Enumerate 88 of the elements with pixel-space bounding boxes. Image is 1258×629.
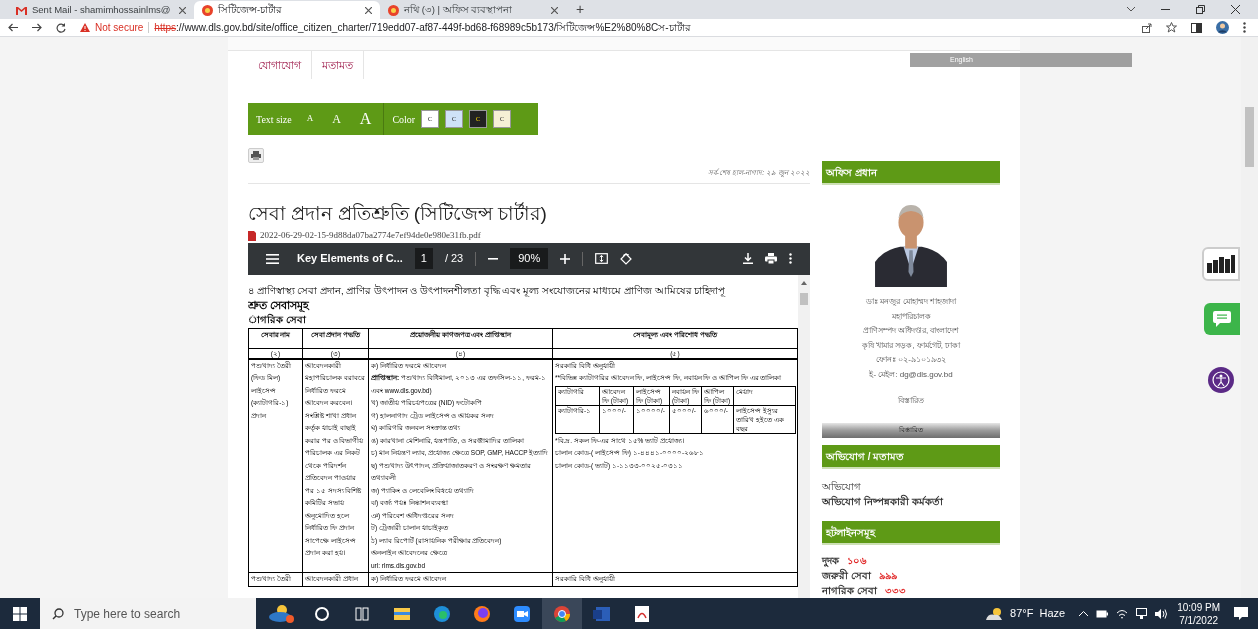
accessibility-icon[interactable]	[1206, 367, 1236, 393]
reload-icon[interactable]	[56, 22, 66, 33]
print-button[interactable]	[248, 148, 264, 163]
page-number-field[interactable]: 1	[414, 248, 433, 269]
hotline-number[interactable]: ১০৬	[847, 553, 867, 568]
weather-text[interactable]: 87°F Haze	[1010, 605, 1066, 622]
fit-page-icon[interactable]	[595, 253, 609, 264]
scrollbar[interactable]	[798, 274, 810, 598]
close-icon[interactable]	[551, 6, 558, 14]
chevron-up-icon[interactable]	[1079, 611, 1089, 616]
statistics-button[interactable]	[1202, 247, 1240, 281]
menu-icon[interactable]	[266, 253, 279, 264]
page-count: / 23	[444, 251, 464, 267]
minimize-icon[interactable]	[1161, 8, 1170, 11]
toolbar-label: Text size	[256, 112, 292, 127]
nav-link[interactable]: মতামত	[312, 51, 364, 79]
more-icon[interactable]	[1243, 22, 1246, 33]
search-icon	[52, 607, 64, 620]
mail-icon	[16, 5, 27, 15]
zoom-out-icon[interactable]	[488, 257, 499, 260]
hotline-name: জরুরী সেবা	[822, 568, 871, 583]
security-label: Not secure	[95, 21, 144, 35]
warning-icon	[80, 23, 90, 32]
back-icon[interactable]	[8, 23, 18, 32]
bar-chart-icon	[1207, 255, 1235, 273]
speaker-icon[interactable]	[1155, 608, 1168, 619]
avatar-icon[interactable]	[1216, 21, 1229, 34]
contact-text: ডাঃ মনজুর মোহাম্মদ শাহজাদা	[866, 296, 956, 308]
clock-date[interactable]: 7/1/2022	[1179, 613, 1219, 627]
file-link[interactable]: 2022-06-29-02-15-9d88da07ba2774e7ef94de0e980e31fb.pdf	[260, 228, 481, 243]
battery-icon[interactable]	[1096, 609, 1109, 618]
contact-text: প্রাণিসম্পদ অধিদপ্তর, বাংলাদেশ	[862, 325, 960, 337]
chat-icon	[1213, 311, 1231, 327]
clock-time[interactable]: 10:09 PM	[1177, 600, 1220, 614]
contact-text: ফোনঃ ০২-৯১০১৯৩২	[876, 354, 946, 366]
scroll-thumb[interactable]	[1245, 107, 1254, 167]
download-icon[interactable]	[743, 253, 753, 264]
document-text: ৪ প্রাণিস্বাস্থ্য সেবা প্রদান, প্রাণির উৎপাদন ও উৎপাদনশীলতা বৃদ্ধি এবং মূল্য সংযোজনের মাধ্যমে প্রাণিজ আমিষের চাহিদাপূ	[248, 283, 727, 297]
nav-link[interactable]: যোগাযোগ	[248, 51, 312, 79]
close-icon[interactable]	[179, 6, 186, 14]
new-tab-button[interactable]: +	[566, 0, 595, 20]
zoom-field[interactable]: 90%	[510, 248, 549, 269]
weather-icon[interactable]	[986, 607, 1005, 620]
more-icon[interactable]	[789, 253, 792, 264]
weather-icon[interactable]	[268, 602, 296, 625]
zoom-in-icon[interactable]	[560, 253, 571, 264]
document-heading: শ্রুত সেবাসমূহ	[248, 297, 311, 313]
section-header: অফিস প্রধান	[822, 161, 1000, 185]
search-field[interactable]: Type here to search	[40, 598, 256, 629]
hotline-name: নাগরিক সেবা	[822, 583, 877, 598]
emblem-icon	[388, 4, 399, 16]
page-title: সেবা প্রদান প্রতিশ্রুতি (সিটিজেন্স চার্টার)	[248, 201, 548, 226]
scroll-thumb[interactable]	[800, 292, 808, 305]
document-title: Key Elements of C...	[297, 251, 403, 267]
details-link[interactable]: বিস্তারিত	[898, 395, 924, 407]
chat-button[interactable]	[1204, 303, 1240, 335]
print-icon	[251, 151, 261, 160]
rotate-icon[interactable]	[620, 252, 633, 265]
contact-text: মহাপরিচালক	[891, 310, 931, 323]
wifi-icon[interactable]	[1116, 608, 1129, 619]
share-icon[interactable]	[1142, 22, 1152, 33]
display-icon[interactable]	[1136, 608, 1148, 619]
contact-text: কৃষি খামার সড়ক, ফার্মগেট, ঢাকা	[861, 339, 961, 352]
windows-icon[interactable]	[13, 606, 27, 621]
section-header: অভিযোগ / মতামত	[822, 445, 1000, 469]
browser-tab[interactable]: সিটিজেন্স-চার্টার	[194, 1, 380, 19]
emblem-icon	[202, 4, 213, 16]
notification-icon[interactable]	[1234, 607, 1248, 620]
complaint-link[interactable]: অভিযোগ	[822, 479, 1000, 494]
print-icon[interactable]	[765, 253, 777, 264]
hotline-number[interactable]: ৩৩৩	[884, 583, 906, 598]
address-text[interactable]: https://www.dls.gov.bd/site/office_citizen_charter/719edd07-af87-449f-bd68-f68989c5b173/সিটিজেন্স%E2%80%8Cস-চার্টার	[154, 20, 691, 35]
document-subheading: াগরিক সেবা	[248, 312, 307, 326]
forward-icon[interactable]	[32, 23, 42, 32]
hotline-number[interactable]: ৯৯৯	[878, 568, 897, 583]
contact-text: ই- মেইল: dg@dls.gov.bd	[869, 368, 953, 381]
close-icon[interactable]	[1231, 5, 1240, 14]
complaint-link[interactable]: অভিযোগ নিষ্পন্নকারী কর্মকর্তা	[822, 494, 1000, 509]
hotline-name: দুদক	[822, 554, 839, 568]
section-header: হটলাইনসমূহ	[822, 521, 1000, 545]
chevron-down-icon[interactable]	[1127, 7, 1135, 12]
scroll-up-icon[interactable]	[801, 280, 807, 285]
close-icon[interactable]	[365, 6, 372, 14]
restore-icon[interactable]	[1196, 5, 1205, 14]
toolbar-label: Color	[392, 112, 416, 127]
pdf-file-icon	[248, 230, 256, 241]
sidebar-icon[interactable]	[1191, 22, 1202, 33]
star-icon[interactable]	[1166, 22, 1177, 33]
